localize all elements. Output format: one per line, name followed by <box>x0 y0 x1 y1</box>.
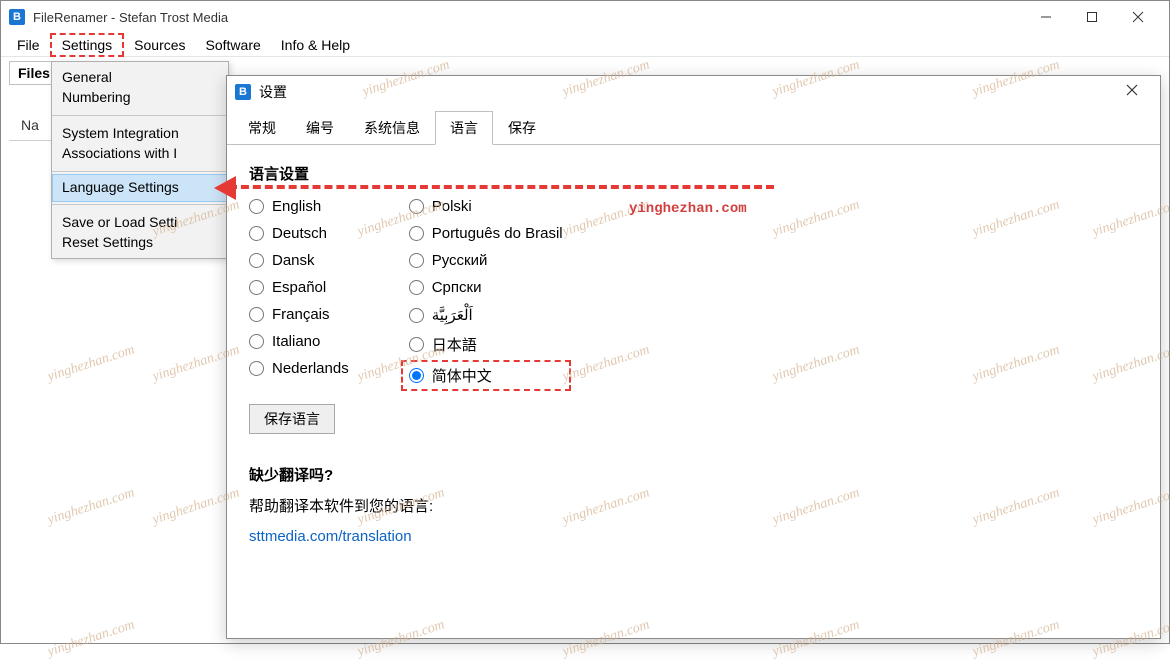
language-option[interactable]: Português do Brasil <box>409 225 563 242</box>
language-radio[interactable] <box>249 253 264 268</box>
app-icon: B <box>9 9 25 25</box>
dialog-tabs: 常规编号系统信息语言保存 <box>227 110 1160 145</box>
language-radio[interactable] <box>249 334 264 349</box>
language-label: 日本語 <box>432 334 477 355</box>
language-radio[interactable] <box>409 199 424 214</box>
watermark: yinghezhan.com <box>46 485 137 528</box>
language-label: Français <box>272 306 330 323</box>
language-radio[interactable] <box>249 307 264 322</box>
language-option[interactable]: اَلْعَرَبِيَّة <box>409 306 563 324</box>
language-radio[interactable] <box>249 361 264 376</box>
language-option[interactable]: 简体中文 <box>401 360 571 391</box>
settings-dropdown: General NumberingSystem Integration Asso… <box>51 61 229 259</box>
language-radio[interactable] <box>409 226 424 241</box>
dropdown-item[interactable]: General Numbering <box>52 62 228 113</box>
language-radio[interactable] <box>249 280 264 295</box>
watermark: yinghezhan.com <box>46 342 137 385</box>
watermark: yinghezhan.com <box>46 617 137 660</box>
menu-settings[interactable]: Settings <box>50 33 125 57</box>
language-radio[interactable] <box>409 308 424 323</box>
menu-software[interactable]: Software <box>196 35 271 55</box>
language-option[interactable]: Русский <box>409 252 563 269</box>
menu-info-help[interactable]: Info & Help <box>271 35 360 55</box>
language-option[interactable]: Deutsch <box>249 225 349 242</box>
language-label: Nederlands <box>272 360 349 377</box>
language-option[interactable]: English <box>249 198 349 215</box>
language-label: Italiano <box>272 333 320 350</box>
language-radio[interactable] <box>249 199 264 214</box>
tab-4[interactable]: 保存 <box>493 111 551 145</box>
maximize-button[interactable] <box>1069 1 1115 33</box>
close-button[interactable] <box>1115 1 1161 33</box>
save-language-button[interactable]: 保存语言 <box>249 404 335 434</box>
language-radio[interactable] <box>409 337 424 352</box>
menubar: FileSettingsSourcesSoftwareInfo & Help <box>1 33 1169 57</box>
settings-dialog: B 设置 常规编号系统信息语言保存 语言设置 EnglishDeutschDan… <box>226 75 1161 639</box>
language-option[interactable]: Polski <box>409 198 563 215</box>
language-radio[interactable] <box>249 226 264 241</box>
minimize-button[interactable] <box>1023 1 1069 33</box>
translation-link[interactable]: sttmedia.com/translation <box>249 528 1138 545</box>
window-title: FileRenamer - Stefan Trost Media <box>33 10 228 25</box>
language-radio[interactable] <box>409 280 424 295</box>
annotation-arrow-line <box>229 185 774 189</box>
language-option[interactable]: Français <box>249 306 349 323</box>
menu-sources[interactable]: Sources <box>124 35 195 55</box>
dialog-title: 设置 <box>259 82 287 102</box>
language-label: Deutsch <box>272 225 327 242</box>
tab-0[interactable]: 常规 <box>233 111 291 145</box>
annotation-url: yinghezhan.com <box>629 201 747 217</box>
language-column-1: English Deutsch Dansk Español Français Italia… <box>249 198 349 386</box>
language-radio[interactable] <box>409 368 424 383</box>
tab-1[interactable]: 编号 <box>291 111 349 145</box>
titlebar: B FileRenamer - Stefan Trost Media <box>1 1 1169 33</box>
window-controls <box>1023 1 1161 33</box>
language-label: English <box>272 198 321 215</box>
language-column-2: Polski Português do Brasil Русский Српски اَ… <box>409 198 563 386</box>
language-label: 简体中文 <box>432 365 492 386</box>
tab-3[interactable]: 语言 <box>435 111 493 145</box>
language-label: اَلْعَرَبِيَّة <box>432 306 473 324</box>
dropdown-item[interactable]: System Integration Associations with I <box>52 118 228 169</box>
language-section-header: 语言设置 <box>249 163 1138 184</box>
language-option[interactable]: Nederlands <box>249 360 349 377</box>
language-label: Polski <box>432 198 472 215</box>
dialog-icon: B <box>235 84 251 100</box>
language-label: Español <box>272 279 326 296</box>
language-option[interactable]: Español <box>249 279 349 296</box>
dialog-close-button[interactable] <box>1112 83 1152 101</box>
dropdown-item[interactable]: Save or Load Setti Reset Settings <box>52 207 228 258</box>
menu-file[interactable]: File <box>7 35 50 55</box>
missing-translation-header: 缺少翻译吗? <box>249 464 1138 485</box>
language-label: Српски <box>432 279 482 296</box>
language-label: Русский <box>432 252 488 269</box>
tab-2[interactable]: 系统信息 <box>349 111 435 145</box>
annotation-arrow-head <box>214 176 236 200</box>
dialog-titlebar: B 设置 <box>227 76 1160 108</box>
language-option[interactable]: Italiano <box>249 333 349 350</box>
dialog-body: 语言设置 English Deutsch Dansk Español Français I… <box>227 145 1160 638</box>
language-option[interactable]: 日本語 <box>409 334 563 355</box>
language-grid: English Deutsch Dansk Español Français Italia… <box>249 198 1138 386</box>
language-option[interactable]: Српски <box>409 279 563 296</box>
missing-translation-text: 帮助翻译本软件到您的语言: <box>249 495 1138 516</box>
language-option[interactable]: Dansk <box>249 252 349 269</box>
language-label: Dansk <box>272 252 315 269</box>
language-label: Português do Brasil <box>432 225 563 242</box>
dropdown-item[interactable]: Language Settings <box>52 174 228 202</box>
language-radio[interactable] <box>409 253 424 268</box>
